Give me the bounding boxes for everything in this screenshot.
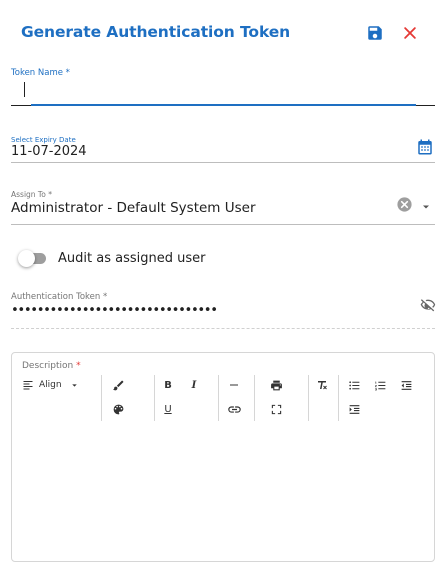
dialog-header: Generate Authentication Token bbox=[0, 0, 446, 64]
auth-token-label: Authentication Token * bbox=[11, 292, 108, 302]
close-button[interactable] bbox=[401, 24, 419, 42]
audit-toggle-row: Audit as assigned user bbox=[18, 250, 318, 268]
clear-circle-icon bbox=[397, 197, 412, 212]
auth-token-divider bbox=[11, 328, 435, 329]
toolbar-separator bbox=[338, 375, 339, 421]
print-icon bbox=[270, 380, 282, 390]
numbered-list-button[interactable] bbox=[372, 377, 388, 393]
description-label-text: Description bbox=[22, 361, 74, 371]
audit-toggle-label: Audit as assigned user bbox=[58, 251, 206, 266]
assign-to-underline bbox=[11, 224, 435, 225]
clear-formatting-button[interactable] bbox=[314, 377, 330, 393]
expiry-date-label: Select Expiry Date bbox=[11, 136, 76, 144]
eye-off-icon bbox=[420, 299, 436, 312]
save-button[interactable] bbox=[366, 24, 384, 42]
indent-button[interactable] bbox=[346, 401, 362, 417]
palette-button[interactable] bbox=[110, 401, 126, 417]
outdent-icon bbox=[401, 380, 411, 390]
bullet-list-button[interactable] bbox=[346, 377, 362, 393]
description-label: Description * bbox=[22, 361, 81, 371]
caret-down-icon bbox=[423, 205, 429, 209]
toolbar-separator bbox=[218, 375, 219, 421]
clear-format-icon bbox=[318, 381, 327, 390]
numbered-list-icon bbox=[374, 381, 385, 390]
indent-icon bbox=[349, 404, 359, 414]
assign-to-select[interactable]: Administrator - Default System User bbox=[11, 200, 256, 216]
horizontal-rule-button[interactable] bbox=[226, 377, 242, 393]
calendar-icon bbox=[418, 139, 432, 155]
toggle-visibility-button[interactable] bbox=[420, 297, 436, 313]
calendar-button[interactable] bbox=[416, 138, 434, 156]
outdent-button[interactable] bbox=[398, 377, 414, 393]
underline-button[interactable]: U bbox=[160, 401, 176, 417]
link-button[interactable] bbox=[224, 401, 244, 417]
token-name-input[interactable] bbox=[11, 80, 435, 102]
italic-button[interactable]: I bbox=[186, 377, 202, 393]
link-icon bbox=[227, 405, 241, 413]
close-icon bbox=[404, 27, 416, 39]
description-text-area[interactable] bbox=[20, 423, 426, 555]
expiry-date-underline bbox=[11, 162, 435, 163]
token-name-label: Token Name * bbox=[11, 68, 70, 78]
description-editor: Description * Align B I U bbox=[11, 352, 435, 562]
fullscreen-button[interactable] bbox=[268, 401, 284, 417]
toolbar-separator bbox=[308, 375, 309, 421]
palette-icon bbox=[113, 404, 123, 414]
clear-selection-button[interactable] bbox=[396, 196, 413, 213]
toolbar-separator bbox=[254, 375, 255, 421]
print-button[interactable] bbox=[268, 377, 284, 393]
caret-down-icon bbox=[71, 383, 77, 387]
align-dropdown[interactable]: Align bbox=[22, 377, 92, 393]
save-icon bbox=[368, 26, 382, 40]
brush-icon bbox=[112, 380, 123, 390]
toolbar-separator bbox=[154, 375, 155, 421]
bold-button[interactable]: B bbox=[160, 377, 176, 393]
expiry-date-field[interactable]: 11-07-2024 bbox=[11, 144, 87, 159]
align-left-icon bbox=[23, 381, 33, 390]
assign-to-label: Assign To * bbox=[11, 190, 52, 199]
align-label: Align bbox=[39, 380, 62, 390]
fullscreen-icon bbox=[271, 404, 281, 414]
toolbar-separator bbox=[101, 375, 102, 421]
auth-token-field[interactable]: •••••••••••••••••••••••••••••••• bbox=[11, 303, 218, 318]
bullet-list-icon bbox=[348, 380, 359, 390]
text-caret bbox=[24, 82, 25, 97]
required-mark: * bbox=[76, 361, 81, 371]
horizontal-rule-icon bbox=[230, 384, 238, 386]
assign-to-dropdown-button[interactable] bbox=[420, 198, 432, 210]
token-name-focus-underline bbox=[31, 104, 416, 106]
audit-toggle-switch[interactable] bbox=[18, 250, 35, 267]
brush-button[interactable] bbox=[110, 377, 126, 393]
dialog-title: Generate Authentication Token bbox=[21, 23, 291, 41]
